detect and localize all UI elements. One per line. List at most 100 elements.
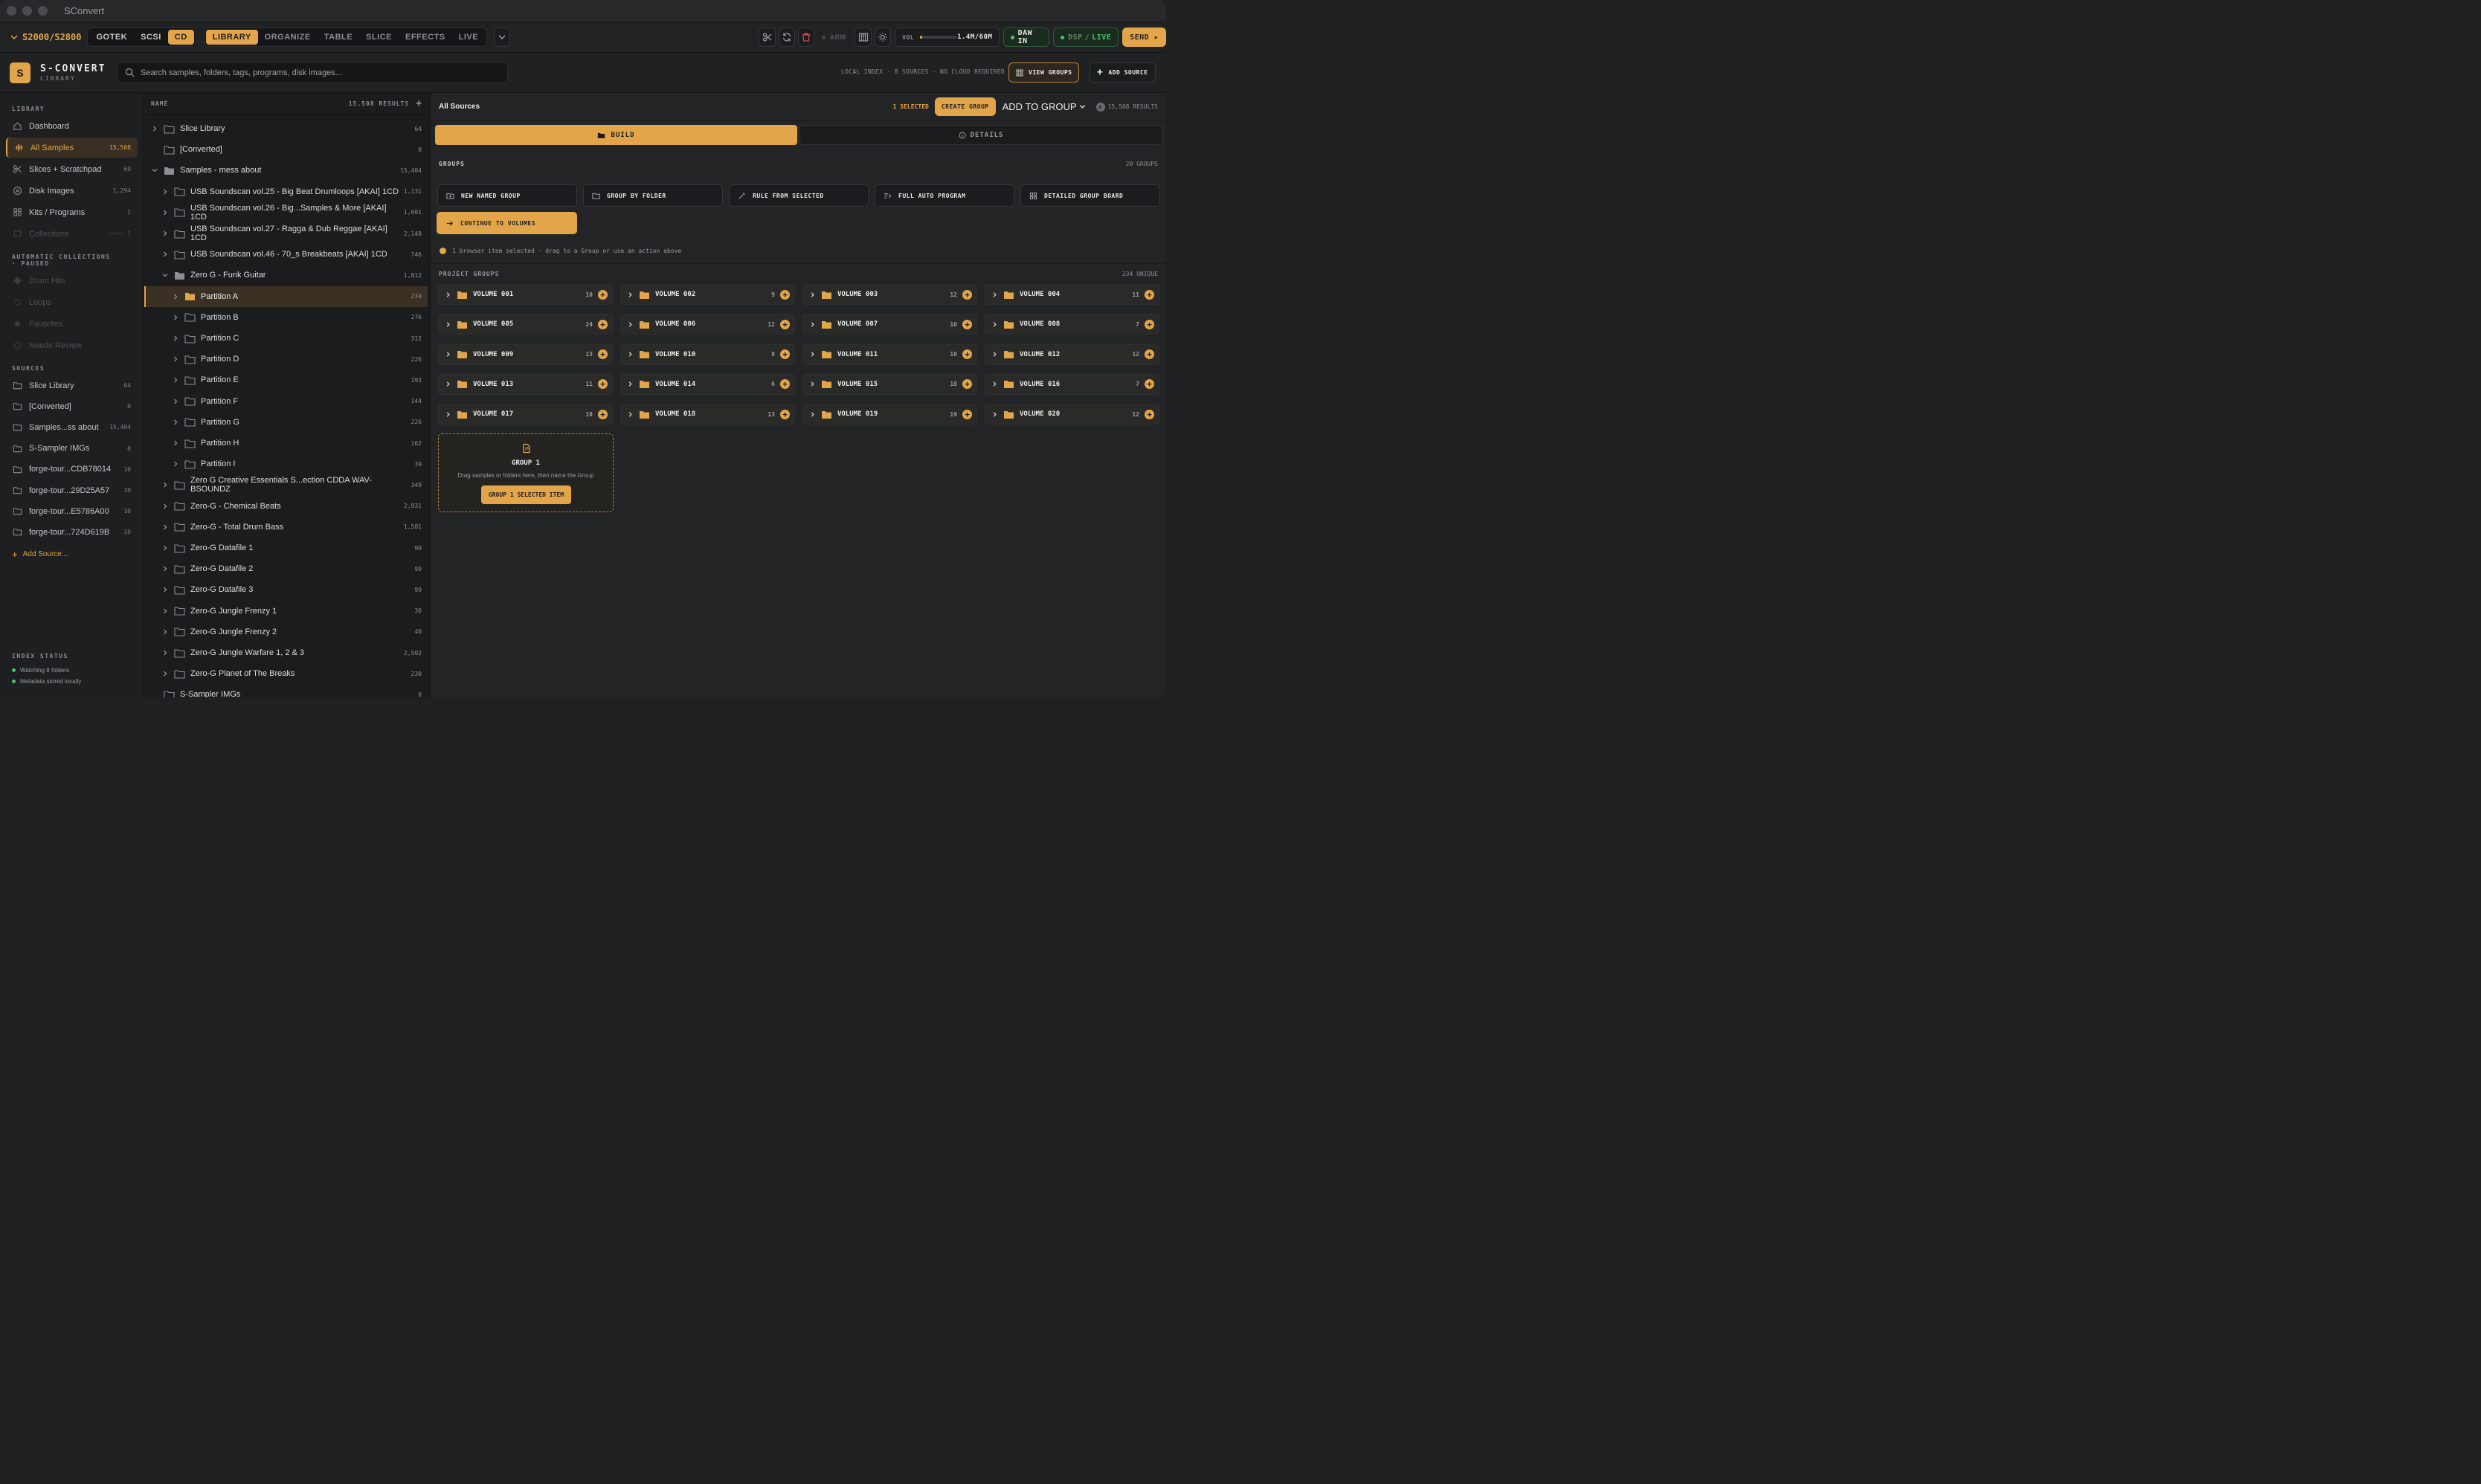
media-cd-button[interactable]: CD xyxy=(167,30,194,45)
group-by-folder-button[interactable]: GROUP BY FOLDER xyxy=(583,184,723,207)
chevron-right-icon[interactable] xyxy=(991,291,999,299)
tree-row[interactable]: Zero G - Funk Guitar 1,812 xyxy=(144,265,428,285)
chevron-right-icon[interactable] xyxy=(171,459,180,468)
add-to-volume-button[interactable]: + xyxy=(962,409,972,419)
chevron-right-icon[interactable] xyxy=(626,410,634,419)
add-to-volume-button[interactable]: + xyxy=(780,409,790,419)
chevron-right-icon[interactable] xyxy=(171,334,180,343)
add-to-volume-button[interactable]: + xyxy=(780,379,790,390)
sidebar-source-item[interactable]: S-Sampler IMGs 0 xyxy=(6,439,138,459)
add-to-volume-button[interactable]: + xyxy=(598,349,608,360)
tab-table[interactable]: TABLE xyxy=(318,30,359,45)
create-group-button[interactable]: CREATE GROUP xyxy=(934,97,996,116)
tree-row[interactable]: Partition D 226 xyxy=(144,349,428,370)
tree-row[interactable]: Partition E 193 xyxy=(144,370,428,390)
chevron-right-icon[interactable] xyxy=(161,628,170,636)
view-groups-button[interactable]: VIEW GROUPS xyxy=(1008,62,1080,83)
rule-from-selected-button[interactable]: RULE FROM SELECTED xyxy=(729,184,869,207)
tree-row[interactable]: Partition C 312 xyxy=(144,328,428,349)
add-to-volume-button[interactable]: + xyxy=(598,379,608,390)
new-named-group-button[interactable]: NEW NAMED GROUP xyxy=(437,184,577,207)
chevron-right-icon[interactable] xyxy=(161,607,170,616)
refresh-button[interactable] xyxy=(778,28,796,47)
chevron-right-icon[interactable] xyxy=(161,229,170,238)
chevron-right-icon[interactable] xyxy=(808,410,817,419)
add-to-volume-button[interactable]: + xyxy=(1145,289,1154,300)
tree-row[interactable]: USB Soundscan vol.26 - Big...Samples & M… xyxy=(144,202,428,223)
scissors-button[interactable] xyxy=(759,28,776,47)
full-auto-program-button[interactable]: FULL AUTO PROGRAM xyxy=(875,184,1014,207)
media-gotek-button[interactable]: GOTEK xyxy=(89,30,134,45)
chevron-right-icon[interactable] xyxy=(626,320,634,329)
chevron-right-icon[interactable] xyxy=(808,380,817,388)
volume-group[interactable]: VOLUME 004 11 + xyxy=(985,284,1159,305)
chevron-right-icon[interactable] xyxy=(161,669,170,678)
volume-group[interactable]: VOLUME 015 18 + xyxy=(802,373,977,395)
chevron-right-icon[interactable] xyxy=(171,355,180,364)
chevron-right-icon[interactable] xyxy=(444,410,452,419)
clear-selection-button[interactable]: × xyxy=(1095,102,1105,112)
volume-group[interactable]: VOLUME 012 12 + xyxy=(985,343,1159,365)
tree-row[interactable]: Zero-G Jungle Frenzy 2 40 xyxy=(144,622,428,642)
sidebar-source-item[interactable]: Samples...ss about 15,404 xyxy=(6,417,138,437)
add-to-volume-button[interactable]: + xyxy=(598,409,608,419)
volume-group[interactable]: VOLUME 020 12 + xyxy=(985,404,1159,425)
chevron-down-icon[interactable] xyxy=(150,166,159,175)
chevron-right-icon[interactable] xyxy=(171,375,180,384)
zoom-window-button[interactable] xyxy=(38,6,48,16)
tree-row[interactable]: Zero-G Planet of The Breaks 230 xyxy=(144,663,428,684)
chevron-right-icon[interactable] xyxy=(161,523,170,532)
sidebar-item-dashboard[interactable]: Dashboard xyxy=(6,116,138,136)
volume-group[interactable]: VOLUME 006 12 + xyxy=(620,314,795,335)
volume-group[interactable]: VOLUME 011 10 + xyxy=(802,343,977,365)
send-button[interactable]: SEND ▸ xyxy=(1122,28,1166,47)
sidebar-source-item[interactable]: [Converted] 0 xyxy=(6,396,138,416)
chevron-right-icon[interactable] xyxy=(171,418,180,427)
volume-group[interactable]: VOLUME 014 6 + xyxy=(620,373,795,395)
add-to-volume-button[interactable]: + xyxy=(780,319,790,329)
arm-toggle[interactable]: ARM xyxy=(822,33,846,41)
tab-slice[interactable]: SLICE xyxy=(359,30,399,45)
tree-row[interactable]: Partition G 226 xyxy=(144,412,428,433)
chevron-right-icon[interactable] xyxy=(444,291,452,299)
chevron-right-icon[interactable] xyxy=(991,380,999,388)
chevron-right-icon[interactable] xyxy=(171,397,180,406)
chevron-right-icon[interactable] xyxy=(808,350,817,358)
add-column-button[interactable]: + xyxy=(416,98,422,109)
chevron-right-icon[interactable] xyxy=(991,320,999,329)
sidebar-item-slices[interactable]: Slices + Scratchpad 69 xyxy=(6,159,138,179)
tree-row[interactable]: Zero G Creative Essentials S...ection CD… xyxy=(144,474,428,495)
volume-group[interactable]: VOLUME 001 10 + xyxy=(438,284,613,305)
add-to-group-dropdown[interactable]: ADD TO GROUP xyxy=(1003,101,1086,112)
add-to-volume-button[interactable]: + xyxy=(598,319,608,329)
tab-live[interactable]: LIVE xyxy=(452,30,485,45)
volume-group[interactable]: VOLUME 016 7 + xyxy=(985,373,1159,395)
tree-row[interactable]: Zero-G Datafile 1 99 xyxy=(144,538,428,558)
volume-group[interactable]: VOLUME 008 7 + xyxy=(985,314,1159,335)
volume-group[interactable]: VOLUME 017 10 + xyxy=(438,404,613,425)
tab-library[interactable]: LIBRARY xyxy=(205,30,258,45)
name-column-header[interactable]: NAME xyxy=(151,100,168,107)
sidebar-source-item[interactable]: Slice Library 64 xyxy=(6,375,138,396)
tree-row[interactable]: USB Soundscan vol.27 - Ragga & Dub Regga… xyxy=(144,223,428,244)
chevron-right-icon[interactable] xyxy=(626,350,634,358)
sidebar-item-all-samples[interactable]: All Samples 15,508 xyxy=(6,138,138,158)
add-to-volume-button[interactable]: + xyxy=(1145,349,1154,360)
volume-group[interactable]: VOLUME 010 8 + xyxy=(620,343,795,365)
chevron-right-icon[interactable] xyxy=(171,439,180,448)
chevron-right-icon[interactable] xyxy=(808,320,817,329)
add-to-volume-button[interactable]: + xyxy=(962,349,972,360)
new-group-dropzone[interactable]: GROUP 1 Drag samples or folders here, th… xyxy=(438,433,614,512)
sidebar-source-item[interactable]: forge-tour...724D619B 10 xyxy=(6,522,138,542)
tab-effects[interactable]: EFFECTS xyxy=(399,30,452,45)
tree-row[interactable]: Zero-G Datafile 3 99 xyxy=(144,579,428,600)
minimize-window-button[interactable] xyxy=(22,6,32,16)
tree-row[interactable]: Zero-G - Total Drum Bass 1,581 xyxy=(144,517,428,538)
add-to-volume-button[interactable]: + xyxy=(780,289,790,300)
add-to-volume-button[interactable]: + xyxy=(780,349,790,360)
tree-row[interactable]: Zero-G Jungle Warfare 1, 2 & 3 2,502 xyxy=(144,642,428,663)
tree-row[interactable]: Zero-G Datafile 2 99 xyxy=(144,558,428,579)
chevron-right-icon[interactable] xyxy=(171,292,180,301)
tree-row[interactable]: Partition H 162 xyxy=(144,433,428,454)
sidebar-source-item[interactable]: forge-tour...E5786A00 10 xyxy=(6,501,138,521)
